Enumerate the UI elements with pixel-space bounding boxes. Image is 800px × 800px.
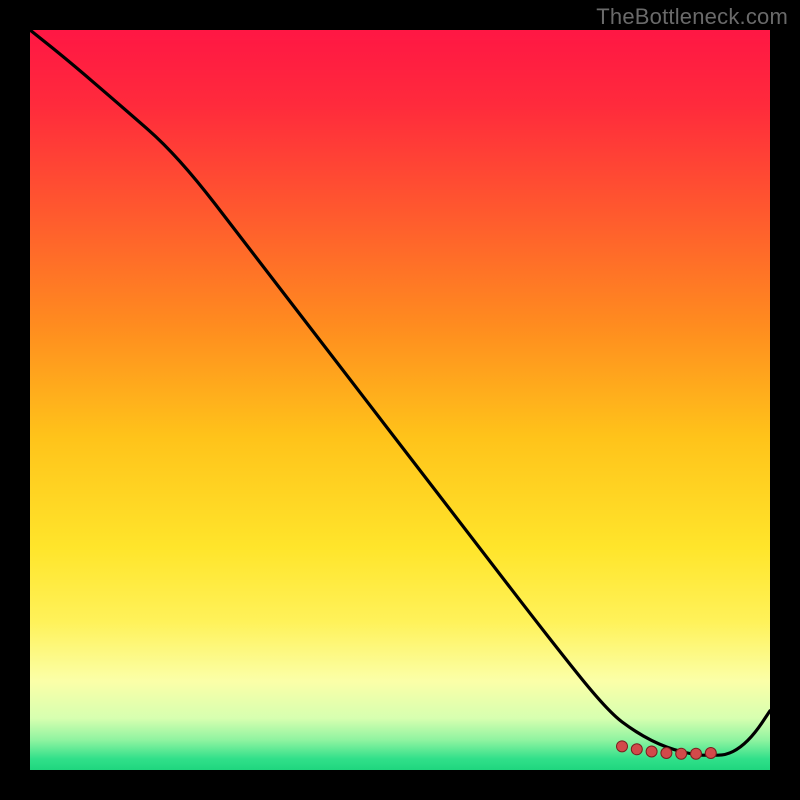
marker-dot — [691, 748, 702, 759]
marker-dot — [646, 746, 657, 757]
marker-dot — [676, 748, 687, 759]
chart-svg — [30, 30, 770, 770]
marker-dot — [631, 744, 642, 755]
marker-dot — [705, 747, 716, 758]
gradient-background — [30, 30, 770, 770]
marker-dot — [661, 747, 672, 758]
marker-dot — [617, 741, 628, 752]
plot-area — [30, 30, 770, 770]
chart-frame: TheBottleneck.com — [0, 0, 800, 800]
attribution-text: TheBottleneck.com — [596, 4, 788, 30]
